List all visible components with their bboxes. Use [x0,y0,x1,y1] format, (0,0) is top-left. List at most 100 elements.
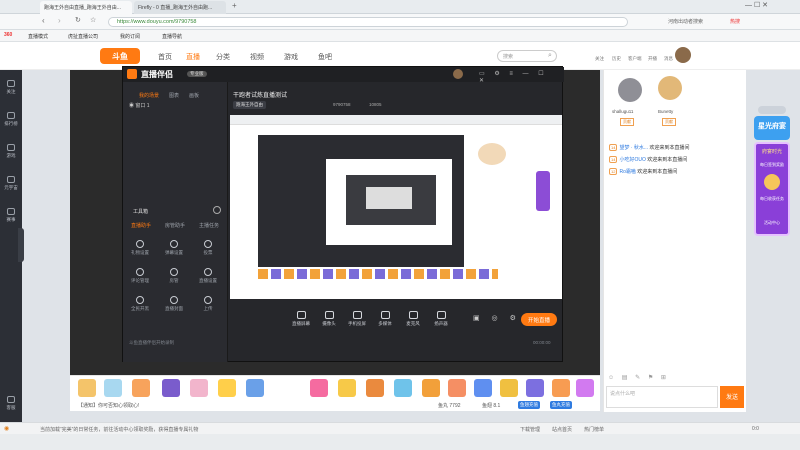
tool-live-cover[interactable]: 直播封面 [161,296,187,312]
window-controls[interactable]: — ☐ ✕ [745,1,768,9]
ctrl-phone-cast[interactable]: 手机投屏 [343,311,371,327]
gift-item[interactable] [78,379,96,397]
send-button[interactable]: 发送 [720,386,744,408]
new-tab-icon[interactable]: + [232,1,237,10]
start-live-button[interactable]: 开始直播 [521,313,557,326]
header-link-client[interactable]: 客户端 [628,56,642,62]
ctrl-camera[interactable]: 摄像头 [315,311,343,327]
tool-gift-settings[interactable]: 礼物设置 [127,240,153,256]
gift-item[interactable] [448,379,466,397]
tool-tab-room-admin[interactable]: 房管助手 [165,222,185,229]
promo-close-icon[interactable] [758,106,786,114]
gift-item[interactable] [218,379,236,397]
sidebar-item-game[interactable]: 游戏 [2,144,20,159]
reload-icon[interactable]: ↻ [75,16,81,24]
chat-input[interactable]: 说点什么吧 [606,386,718,408]
search-icon[interactable]: ⌕ [548,52,552,60]
chat-tool-icons[interactable]: ☺ ▤ ✎ ⚑ ⊞ [608,374,669,381]
tool-upload[interactable]: 上传 [195,296,221,312]
promo-task[interactable]: 每日签到奖励 [758,162,786,168]
nav-video[interactable]: 视频 [250,52,264,62]
ctrl-media[interactable]: 多媒体 [371,311,399,327]
url-input[interactable]: https://www.douyu.com/9790758 [108,17,628,27]
recharge-fishfin-button[interactable]: 鱼翅充值 [518,401,540,409]
tool-room-admin[interactable]: 房管 [161,268,187,284]
gift-item[interactable] [132,379,150,397]
status-item[interactable]: 下载管理 [520,426,540,433]
ctrl-speaker[interactable]: 扬声器 [427,311,455,327]
gift-item[interactable] [310,379,328,397]
bookmark-item[interactable]: 直播模式 [28,33,48,40]
gift-item[interactable] [366,379,384,397]
stream-category-tag[interactable]: 跑海王外自由 [233,101,266,109]
gift-item[interactable] [162,379,180,397]
sidebar-item-service[interactable]: 客服 [2,396,20,411]
gift-item[interactable] [190,379,208,397]
header-link-message[interactable]: 消息 [664,56,673,62]
nav-game[interactable]: 游戏 [284,52,298,62]
nav-category[interactable]: 分类 [216,52,230,62]
status-item[interactable]: 热门榜单 [584,426,604,433]
status-notice[interactable]: 当前加载“完美”的日常任务，前往活动中心领取奖励，获得直播专属礼物 [40,426,198,433]
tool-comment-manage[interactable]: 评论管理 [127,268,153,284]
header-link-history[interactable]: 历史 [612,56,621,62]
tool-tab-assistant[interactable]: 直播助手 [131,222,151,229]
tool-team-play[interactable]: 全民开黑 [127,296,153,312]
status-item[interactable]: 站点首页 [552,426,572,433]
workbench-avatar[interactable] [453,69,463,79]
tool-vote[interactable]: 投票 [195,240,221,256]
promo-banner[interactable]: 星光府宴 府宴时光 每日签到奖励 每日收获任务 活动中心 [752,106,792,236]
gift-item[interactable] [474,379,492,397]
search-suggestion[interactable]: 河南出动者搜索 [668,18,703,25]
tool-tab-task[interactable]: 主播任务 [199,222,219,229]
tool-live-settings[interactable]: 直播设置 [195,268,221,284]
site-logo[interactable]: 斗鱼 [100,48,140,64]
rank-avatar[interactable] [618,78,642,102]
extra-control-icons[interactable]: ▣ ◎ ⚙ [473,314,521,322]
chat-user[interactable]: 小吃好OUO [619,157,645,163]
back-icon[interactable]: ‹ [42,16,45,25]
recharge-fishball-button[interactable]: 鱼丸充值 [550,401,572,409]
tab-my-scene[interactable]: 我的场景 [139,92,159,99]
promo-task[interactable]: 活动中心 [758,220,786,226]
toolbox-more-icon[interactable] [213,206,221,214]
sidebar-item-metaverse[interactable]: 元宇宙 [2,176,20,191]
gift-notice[interactable]: 【通知】你可否知心领取心! [78,402,139,409]
sidebar-item-rank[interactable]: 排行榜 [2,112,20,127]
gift-item[interactable] [576,379,594,397]
gift-item[interactable] [422,379,440,397]
stream-preview[interactable] [230,115,562,299]
forward-icon[interactable]: › [58,16,61,25]
chat-user[interactable]: Ro霜嗑 [619,169,635,175]
workbench-window-controls[interactable]: ▭ ⚙ ≡ — ☐ ✕ [479,70,562,84]
browser-tab[interactable]: Firefly - 0 直播_跑海王外自由跑... [134,1,226,14]
header-link-follow[interactable]: 关注 [595,56,604,62]
gift-item[interactable] [338,379,356,397]
gift-item[interactable] [500,379,518,397]
bookmark-item[interactable]: 虎扯直播公司 [68,33,98,40]
bookmark-item[interactable]: 我的订阅 [120,33,140,40]
sidebar-item-follow[interactable]: 关注 [2,80,20,95]
user-avatar[interactable] [675,47,691,63]
nav-live[interactable]: 直播 [186,52,200,62]
bookmark-item[interactable]: 直播导航 [162,33,182,40]
tab-chart[interactable]: 图表 [169,92,179,99]
gift-item[interactable] [104,379,122,397]
rank-avatar[interactable] [658,76,682,100]
chat-user[interactable]: 望梦 · 秋水... [619,145,648,151]
gift-item[interactable] [246,379,264,397]
sidebar-item-esports[interactable]: 赛事 [2,208,20,223]
hot-badge[interactable]: 热搜 [730,18,740,25]
header-link-broadcast[interactable]: 开播 [648,56,657,62]
star-icon[interactable]: ☆ [90,16,96,24]
tool-danmaku-settings[interactable]: 弹幕设置 [161,240,187,256]
ctrl-screen-capture[interactable]: 直播屏幕 [287,311,315,327]
sidebar-collapse-handle[interactable] [18,228,24,262]
tab-board[interactable]: 画板 [189,92,199,99]
nav-home[interactable]: 首页 [158,52,172,62]
ctrl-microphone[interactable]: 麦克风 [399,311,427,327]
browser-tab[interactable]: 跑海王外自由直播_跑海王外自由... [40,1,132,14]
stream-title[interactable]: 干跑者试炼直播测试 [233,90,287,99]
nav-yuba[interactable]: 鱼吧 [318,52,332,62]
gift-item[interactable] [526,379,544,397]
